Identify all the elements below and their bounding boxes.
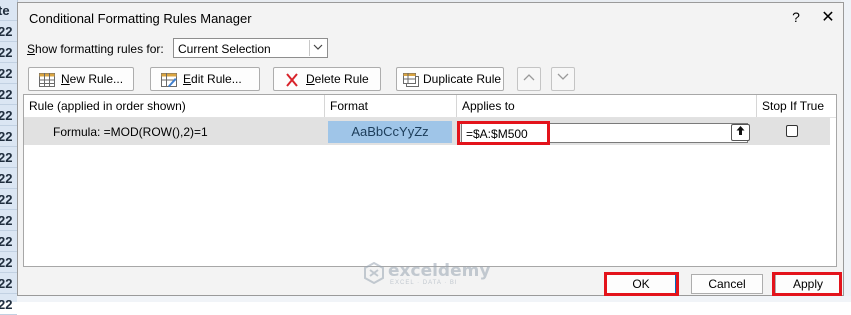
apply-highlight: [772, 272, 842, 296]
applies-to-highlight: [457, 121, 550, 145]
move-down-button[interactable]: [551, 67, 575, 91]
row-label: 22: [0, 21, 17, 42]
format-preview: AaBbCcYyZz: [328, 121, 452, 143]
row-label: 22: [0, 231, 17, 252]
edit-table-icon: [161, 72, 177, 87]
row-label: 22: [0, 252, 17, 273]
row-label: 22: [0, 126, 17, 147]
row-label: 22: [0, 189, 17, 210]
watermark-tagline: EXCEL · DATA · BI: [390, 280, 458, 286]
edit-rule-button[interactable]: Edit Rule...: [150, 67, 260, 91]
col-header-applies-to[interactable]: Applies to: [457, 95, 757, 117]
row-label: 22: [0, 147, 17, 168]
row-label: 22: [0, 84, 17, 105]
sheet-bottom-strip: [17, 296, 851, 302]
conditional-formatting-dialog: Conditional Formatting Rules Manager ? ✕…: [17, 2, 844, 296]
duplicate-icon: [403, 72, 419, 87]
scope-label-rest: how formatting rules for:: [35, 42, 164, 56]
delete-rule-button[interactable]: Delete Rule: [273, 67, 381, 91]
dialog-title: Conditional Formatting Rules Manager: [29, 11, 252, 26]
chevron-down-icon[interactable]: [309, 40, 326, 56]
close-icon[interactable]: ✕: [818, 7, 838, 27]
collapse-dialog-button[interactable]: [731, 124, 750, 141]
move-up-button[interactable]: [517, 67, 541, 91]
chevron-down-icon: [557, 73, 569, 84]
chevron-up-icon: [523, 73, 535, 84]
exceldemy-logo-icon: [363, 261, 385, 285]
scope-dropdown[interactable]: Current Selection: [173, 38, 328, 58]
stop-if-true-checkbox[interactable]: [786, 125, 798, 137]
new-rule-button[interactable]: New Rule...: [28, 67, 134, 91]
row-label: 22: [0, 105, 17, 126]
title-bar: Conditional Formatting Rules Manager ? ✕: [18, 3, 843, 33]
watermark-name: exceldemy: [388, 261, 491, 281]
row-label: 22: [0, 168, 17, 189]
rule-row[interactable]: Formula: =MOD(ROW(),2)=1 AaBbCcYyZz =$A:…: [24, 118, 830, 145]
duplicate-rule-button[interactable]: Duplicate Rule: [396, 67, 504, 91]
row-label: 22: [0, 63, 17, 84]
rule-formula: Formula: =MOD(ROW(),2)=1: [53, 125, 208, 139]
ok-highlight: [604, 272, 679, 296]
new-rule-label: New Rule...: [61, 72, 124, 86]
upload-arrow-icon: [735, 126, 746, 139]
exceldemy-watermark: exceldemy EXCEL · DATA · BI: [363, 261, 523, 291]
col-header-rule[interactable]: Rule (applied in order shown): [24, 95, 325, 117]
row-label: 22: [0, 273, 17, 294]
edit-rule-label: Edit Rule...: [183, 72, 242, 86]
row-label: te: [0, 0, 17, 21]
table-icon: [39, 72, 55, 87]
duplicate-rule-label: Duplicate Rule: [423, 72, 502, 86]
col-header-format[interactable]: Format: [325, 95, 457, 117]
row-label: 22: [0, 42, 17, 63]
cancel-button[interactable]: Cancel: [691, 274, 763, 294]
scope-label-accesskey: S: [27, 42, 36, 56]
rules-list: Rule (applied in order shown) Format App…: [23, 94, 837, 267]
scope-dropdown-value: Current Selection: [178, 42, 271, 56]
row-label: 22: [0, 210, 17, 231]
row-label: 22: [0, 294, 17, 315]
col-header-stop-if-true[interactable]: Stop If True: [757, 95, 837, 117]
delete-rule-label: Delete Rule: [306, 72, 369, 86]
sheet-row-numbers: te 22 22 22 22 22 22 22 22 22 22 22 22 2…: [0, 0, 18, 315]
help-icon[interactable]: ?: [788, 9, 804, 25]
scope-label: Show formatting rules for:: [27, 42, 164, 56]
delete-x-icon: [284, 72, 300, 87]
